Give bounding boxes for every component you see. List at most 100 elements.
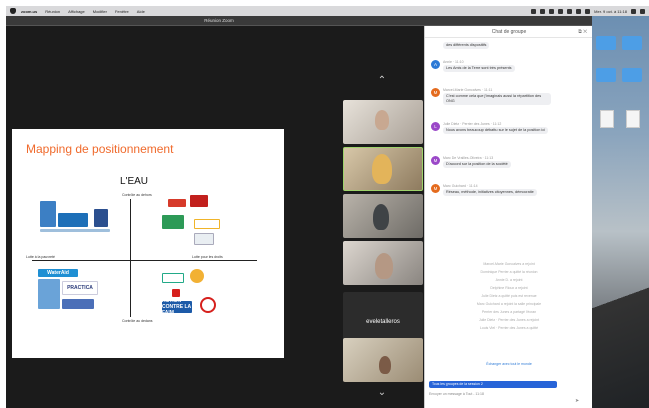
participant-avatar <box>372 154 392 184</box>
participant-avatar <box>375 253 393 279</box>
bluetooth-icon[interactable] <box>558 8 564 14</box>
message-text: des différents dispositifs <box>443 42 490 49</box>
apple-menu-icon[interactable] <box>10 8 16 14</box>
system-line: Julie Dietz · Perrier des Junes a rejoin… <box>478 318 540 322</box>
logo-blue-banner <box>58 213 88 227</box>
logo-crest <box>94 209 108 227</box>
message-text: C'est comme cela que j'imaginais aussi l… <box>443 93 551 105</box>
avatar: M <box>431 184 440 193</box>
logo-poster <box>38 279 60 309</box>
slide-heading: L'EAU <box>120 176 149 187</box>
menu-app-name[interactable]: zoom.us <box>21 9 37 14</box>
logo-blue-block <box>62 299 94 309</box>
chat-link[interactable]: Échanger avec tout le monde <box>429 362 589 366</box>
status-area: Mer. 9 oct. à 11:18 <box>531 8 649 14</box>
cloud-icon[interactable] <box>540 8 546 14</box>
participant-avatar <box>373 204 389 230</box>
avatar: A <box>431 60 440 69</box>
chat-message: M Marc De Vrailles-Oliveira · 11:13 D'ac… <box>429 156 589 178</box>
logo-green <box>162 215 184 229</box>
zoom-status-icon[interactable] <box>531 8 537 14</box>
chat-recipient-select[interactable]: Tous les groupes de la session 2 <box>429 381 557 388</box>
participant-video-2[interactable] <box>343 147 423 191</box>
chat-message: M Marcel-Marie Goncalves · 11:11 C'est c… <box>429 88 589 116</box>
chat-message: M Marc Guichard · 11:14 Réseau, méthode,… <box>429 184 589 218</box>
wifi-icon[interactable] <box>567 8 573 14</box>
send-icon[interactable]: ➤ <box>575 398 585 404</box>
participant-video-3[interactable] <box>343 194 423 238</box>
logo-strip <box>40 229 110 232</box>
mountain-wallpaper <box>592 228 649 408</box>
system-line: Dominique Perrier a quitté la réunion <box>480 270 538 274</box>
logo-practica: PRACTICA <box>62 281 98 295</box>
message-sender: Julie Dietz · Perrier des Junes · 11:12 <box>443 122 502 126</box>
system-line: Julie Dietz a quitté puis est revenue <box>481 294 537 298</box>
participant-video-4[interactable] <box>343 241 423 285</box>
menu-item-window[interactable]: Fenêtre <box>115 9 129 14</box>
menu-item-view[interactable]: Affichage <box>68 9 85 14</box>
menu-list-icon[interactable] <box>640 8 645 14</box>
logo-gret <box>162 273 184 283</box>
horizontal-axis <box>32 260 257 261</box>
system-line: Annie D. a rejoint <box>495 278 523 282</box>
slide-title: Mapping de positionnement <box>26 142 174 156</box>
logo-sun <box>190 269 204 283</box>
system-line: Louis Viel · Perrier des Junes a quitté <box>479 326 539 330</box>
folder-icon[interactable] <box>622 68 642 82</box>
chevron-down-icon[interactable]: ⌄ <box>375 388 389 398</box>
participant-avatar <box>379 356 391 374</box>
sync-icon[interactable] <box>549 8 555 14</box>
vertical-axis <box>130 199 131 317</box>
avatar: L <box>431 122 440 131</box>
chat-input-placeholder[interactable]: Envoyer un message à Tout - 11:18 <box>429 392 484 396</box>
menu-item-help[interactable]: Aide <box>137 9 145 14</box>
zoom-window: Réunion Zoom Mapping de positionnement L… <box>6 16 593 408</box>
macos-menubar: zoom.us Réunion Affichage Modifier Fenêt… <box>6 6 649 16</box>
axis-label-bottom: Contrôle au dedans <box>122 319 153 323</box>
chevron-up-icon[interactable]: ⌃ <box>375 76 389 86</box>
close-icon[interactable]: ✕ <box>583 29 587 35</box>
menu-item-edit[interactable]: Modifier <box>93 9 107 14</box>
chat-message: des différents dispositifs <box>429 42 589 52</box>
chat-title: Chat de groupe <box>491 29 527 35</box>
search-icon[interactable] <box>631 8 636 14</box>
window-titlebar: Réunion Zoom <box>6 16 592 26</box>
battery-icon[interactable] <box>576 8 582 14</box>
flag-icon[interactable] <box>585 8 591 14</box>
shared-slide: Mapping de positionnement L'EAU Contrôle… <box>12 129 284 358</box>
popout-icon[interactable]: ⧉ <box>578 29 582 35</box>
clock[interactable]: Mer. 9 oct. à 11:18 <box>594 9 627 14</box>
folder-icon[interactable] <box>622 36 642 50</box>
system-line: Delphine Rioux a rejoint <box>490 286 528 290</box>
system-line: Perrier des Junes a partagé l'écran <box>481 310 537 314</box>
logo-emmaus <box>190 195 208 207</box>
message-text: Nous avons beaucoup débattu sur le sujet… <box>443 127 548 134</box>
logo-m-circle <box>200 297 216 313</box>
message-text: Les Amis de la Terre sont très présents <box>443 65 515 72</box>
participant-video-1[interactable] <box>343 100 423 144</box>
shared-screen-stage: Mapping de positionnement L'EAU Contrôle… <box>6 26 424 408</box>
folder-icon[interactable] <box>596 36 616 50</box>
axis-label-left: Lutte à la pauvreté <box>26 255 55 259</box>
message-text: Réseau, méthode, initiatives citoyennes,… <box>443 189 537 196</box>
logo-red-cross <box>172 289 180 297</box>
logo-wateraid: WaterAid <box>38 269 78 277</box>
photo-frame: zoom.us Réunion Affichage Modifier Fenêt… <box>0 0 649 408</box>
folder-icon[interactable] <box>596 68 616 82</box>
system-line: Marc Guichard a rejoint la salle princip… <box>476 302 542 306</box>
logo-red-badge <box>168 199 186 207</box>
system-line: Marcel-Marie Goncalves a rejoint <box>483 262 535 266</box>
logo-water-drop <box>40 201 56 227</box>
participant-video-6[interactable] <box>343 338 423 382</box>
axis-label-right: Lutte pour les droits <box>192 255 223 259</box>
logo-action-contre-la-faim: ACTION CONTRE LA FAIM <box>162 298 192 316</box>
avatar: M <box>431 88 440 97</box>
document-icon[interactable] <box>626 110 640 128</box>
message-sender: Marc De Vrailles-Oliveira · 11:13 <box>443 156 494 160</box>
chat-header-icons: ⧉ ✕ <box>578 29 587 35</box>
window-title: Réunion Zoom <box>204 18 234 23</box>
avatar: M <box>431 156 440 165</box>
menu-item-meeting[interactable]: Réunion <box>45 9 60 14</box>
document-icon[interactable] <box>600 110 614 128</box>
chat-header: Chat de groupe ⧉ ✕ <box>425 26 593 38</box>
